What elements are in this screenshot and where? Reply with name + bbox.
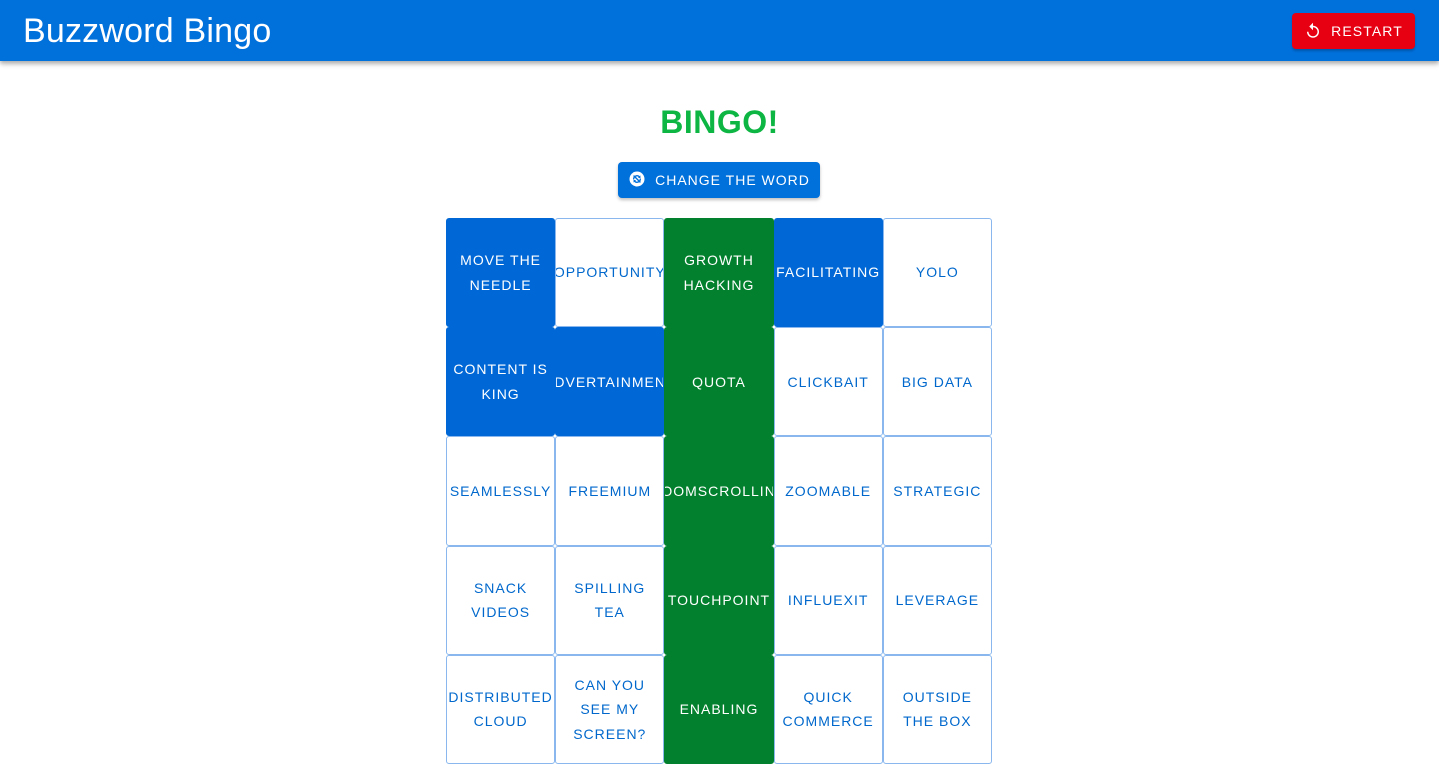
bingo-cell[interactable]: Advertainment [555, 327, 665, 437]
bingo-cell[interactable]: Zoomable [773, 436, 883, 546]
bingo-cell[interactable]: Doomscrolling [664, 436, 774, 546]
bingo-cell[interactable]: Facilitating [773, 218, 883, 328]
bingo-cell[interactable]: Clickbait [773, 327, 883, 437]
bingo-cell[interactable]: Distributed cloud [446, 654, 556, 764]
main-content: BINGO! Change the word Move the needle O… [0, 61, 1439, 779]
bingo-cell[interactable]: Move the needle [446, 218, 556, 328]
restart-button-label: Restart [1331, 22, 1403, 39]
bingo-cell[interactable]: Quick commerce [773, 654, 883, 764]
bingo-cell[interactable]: Big data [882, 327, 992, 437]
bingo-cell[interactable]: Outside the box [882, 654, 992, 764]
bingo-cell[interactable]: Enabling [664, 654, 774, 764]
bingo-status: BINGO! [660, 104, 779, 140]
bingo-cell[interactable]: Can you see my screen? [555, 654, 665, 764]
bingo-cell[interactable]: Snack videos [446, 545, 556, 655]
restart-icon [1304, 22, 1322, 40]
bingo-cell[interactable]: YOLO [882, 218, 992, 328]
bingo-cell[interactable]: Influexit [773, 545, 883, 655]
restart-button[interactable]: Restart [1292, 12, 1415, 49]
bingo-cell[interactable]: Spilling tea [555, 545, 665, 655]
bingo-cell[interactable]: Content is king [446, 327, 556, 437]
bingo-cell[interactable]: Leverage [882, 545, 992, 655]
bingo-cell[interactable]: Quota [664, 327, 774, 437]
bingo-cell[interactable]: Seamlessly [446, 436, 556, 546]
change-word-label: Change the word [655, 172, 810, 188]
app-title: Buzzword Bingo [23, 11, 272, 50]
change-word-icon [628, 170, 646, 191]
bingo-cell[interactable]: Opportunity [555, 218, 665, 328]
app-bar: Buzzword Bingo Restart [0, 0, 1439, 61]
bingo-cell[interactable]: Touchpoint [664, 545, 774, 655]
change-word-button[interactable]: Change the word [618, 162, 820, 198]
bingo-board: Move the needle Opportunity Growth hacki… [446, 218, 992, 764]
bingo-cell[interactable]: Strategic [882, 436, 992, 546]
bingo-cell[interactable]: Growth hacking [664, 218, 774, 328]
bingo-cell[interactable]: Freemium [555, 436, 665, 546]
